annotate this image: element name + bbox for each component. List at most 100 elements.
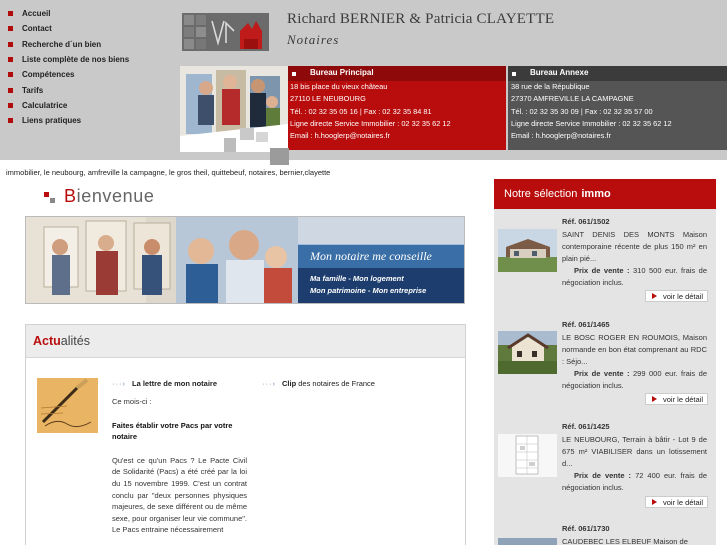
office-main-details: 18 bis place du vieux château 27110 LE N… bbox=[288, 81, 506, 142]
main-nav: Accueil Contact Recherche d´un bien List… bbox=[0, 6, 180, 128]
keywords-line: immobilier, le neubourg, amfreville la c… bbox=[6, 168, 331, 177]
property-description: SAINT DENIS DES MONTS Maison contemporai… bbox=[562, 229, 707, 289]
selection-title-bold: immo bbox=[581, 188, 611, 200]
property-desc-text: LE BOSC ROGER EN ROUMOIS, Maison normand… bbox=[562, 333, 707, 366]
view-detail-label: voir le détail bbox=[663, 394, 704, 404]
office-annex-details: 38 rue de la République 27370 AMFREVILLE… bbox=[508, 81, 727, 142]
nav-item-contact[interactable]: Contact bbox=[0, 21, 180, 36]
news-article: Ce mois-ci : Faites établir votre Pacs p… bbox=[112, 396, 247, 536]
property-description: CAUDEBEC LES ELBEUF Maison de bbox=[562, 536, 707, 545]
nav-item-recherche[interactable]: Recherche d´un bien bbox=[0, 37, 180, 52]
office-main-direct-line: Ligne directe Service Immobilier : 02 32… bbox=[290, 118, 451, 128]
office-annex-email[interactable]: Email : h.hooglerp@notaires.fr bbox=[511, 130, 727, 142]
view-detail-label: voir le détail bbox=[663, 497, 704, 507]
nav-item-tarifs[interactable]: Tarifs bbox=[0, 82, 180, 97]
selection-title: Notre sélection bbox=[504, 188, 578, 200]
dots-arrow-icon: ···› bbox=[262, 379, 276, 388]
decorative-square bbox=[270, 148, 289, 165]
property-card: Réf. 061/1425 LE NEUBOURG, Terrain à bât… bbox=[494, 422, 716, 508]
view-detail-button[interactable]: voir le détail bbox=[645, 496, 708, 508]
news-title-rest: alités bbox=[60, 334, 90, 348]
news-header: Actualités bbox=[26, 325, 465, 358]
news-title-bold: Actu bbox=[33, 334, 61, 348]
office-main-title: Bureau Principal bbox=[310, 68, 374, 78]
property-desc-text: SAINT DENIS DES MONTS Maison contemporai… bbox=[562, 230, 707, 263]
nav-item-label: Calculatrice bbox=[22, 100, 68, 110]
banner-panel: Mon notaire me conseille Ma famille - Mo… bbox=[298, 244, 464, 303]
property-photo[interactable] bbox=[498, 331, 557, 374]
page: Accueil Contact Recherche d´un bien List… bbox=[0, 0, 727, 545]
property-ref: Réf. 061/1425 bbox=[562, 422, 610, 431]
link-lettre-label: La lettre de mon notaire bbox=[132, 379, 218, 388]
office-main-email[interactable]: Email : h.hooglerp@notaires.fr bbox=[290, 130, 506, 142]
office-main-address: 18 bis place du vieux château bbox=[290, 82, 388, 91]
property-ref: Réf. 061/1730 bbox=[562, 524, 610, 533]
office-annex-city: 27370 AMFREVILLE LA CAMPAGNE bbox=[511, 94, 634, 104]
property-desc-text: CAUDEBEC LES ELBEUF Maison de bbox=[562, 537, 688, 545]
nav-item-liens[interactable]: Liens pratiques bbox=[0, 113, 180, 128]
office-annex-panel: Bureau Annexe 38 rue de la République 27… bbox=[508, 66, 727, 150]
article-body: Qu'est ce qu'un Pacs ? Le Pacte Civil de… bbox=[112, 455, 247, 535]
office-main-city: 27110 LE NEUBOURG bbox=[290, 94, 366, 104]
price-label: Prix de vente : bbox=[574, 471, 632, 480]
price-label: Prix de vente : bbox=[574, 266, 630, 275]
selection-header: Notre sélection immo bbox=[494, 179, 716, 209]
welcome-heading: Bienvenue bbox=[44, 186, 154, 207]
nav-item-label: Liens pratiques bbox=[22, 116, 82, 126]
view-detail-button[interactable]: voir le détail bbox=[645, 290, 708, 302]
dots-arrow-icon: ···› bbox=[112, 379, 126, 388]
office-annex-direct-line: Ligne directe Service Immobilier : 02 32… bbox=[511, 118, 672, 128]
nav-item-label: Contact bbox=[22, 24, 52, 34]
property-desc-text: LE NEUBOURG, Terrain à bâtir - Lot 9 de … bbox=[562, 435, 707, 468]
nav-item-accueil[interactable]: Accueil bbox=[0, 6, 180, 21]
price-label: Prix de vente : bbox=[574, 369, 630, 378]
office-annex-address: 38 rue de la République bbox=[511, 82, 590, 91]
nav-item-calculatrice[interactable]: Calculatrice bbox=[0, 98, 180, 113]
welcome-first-letter: B bbox=[64, 186, 77, 206]
article-intro: Ce mois-ci : bbox=[112, 397, 152, 406]
nav-bullet-icon bbox=[8, 57, 13, 63]
link-lettre-notaire[interactable]: ···› La lettre de mon notaire bbox=[112, 379, 217, 388]
office-annex-header: Bureau Annexe bbox=[508, 66, 727, 81]
nav-item-label: Recherche d´un bien bbox=[22, 39, 102, 49]
property-ref: Réf. 061/1465 bbox=[562, 320, 610, 329]
office-annex-title: Bureau Annexe bbox=[530, 68, 589, 78]
property-description: LE NEUBOURG, Terrain à bâtir - Lot 9 de … bbox=[562, 434, 707, 494]
conseil-banner[interactable]: Mon notaire me conseille Ma famille - Mo… bbox=[25, 216, 465, 304]
property-card: Réf. 061/1502 SAINT DENIS DES MONTS Mais… bbox=[494, 217, 716, 303]
red-arrow-icon bbox=[652, 396, 657, 402]
property-card: Réf. 061/1730 CAUDEBEC LES ELBEUF Maison… bbox=[494, 524, 716, 545]
article-headline[interactable]: Faites établir votre Pacs par votre nota… bbox=[112, 420, 247, 443]
header-family-photo bbox=[180, 66, 288, 152]
banner-line-2: Mon patrimoine - Mon entreprise bbox=[310, 286, 427, 295]
nav-bullet-icon bbox=[8, 26, 13, 32]
property-plan-image[interactable] bbox=[498, 434, 557, 477]
nav-item-label: Liste complète de nos biens bbox=[22, 55, 130, 65]
nav-bullet-icon bbox=[8, 118, 13, 124]
nav-bullet-icon bbox=[8, 41, 13, 47]
welcome-rest: ienvenue bbox=[76, 186, 155, 206]
nav-item-label: Tarifs bbox=[22, 85, 44, 95]
selection-immo-panel: Notre sélection immo Réf. 061/1502 SAINT … bbox=[494, 179, 716, 545]
nav-item-label: Compétences bbox=[22, 70, 75, 80]
red-arrow-icon bbox=[652, 293, 657, 299]
news-section: Actualités ···› La lettre de mon notaire … bbox=[25, 324, 466, 545]
link-clip-notaires[interactable]: ···› Clip des notaires de France bbox=[262, 379, 375, 388]
nav-item-liste-biens[interactable]: Liste complète de nos biens bbox=[0, 52, 180, 67]
property-ref: Réf. 061/1502 bbox=[562, 217, 610, 226]
office-annex-phone: Tél. : 02 32 35 30 09 | Fax : 02 32 35 5… bbox=[511, 106, 653, 116]
nav-item-competences[interactable]: Compétences bbox=[0, 67, 180, 82]
banner-line-1: Ma famille - Mon logement bbox=[310, 274, 404, 283]
news-title: Actualités bbox=[33, 334, 90, 348]
letter-pen-image bbox=[37, 378, 98, 433]
notaires-logo bbox=[182, 13, 269, 51]
firm-subtitle: Notaires bbox=[287, 32, 340, 47]
view-detail-button[interactable]: voir le détail bbox=[645, 393, 708, 405]
nav-item-label: Accueil bbox=[22, 9, 51, 19]
property-photo[interactable] bbox=[498, 538, 557, 545]
property-photo[interactable] bbox=[498, 229, 557, 272]
property-card: Réf. 061/1465 LE BOSC ROGER EN ROUMOIS, … bbox=[494, 320, 716, 406]
square-bullet-icon bbox=[292, 71, 296, 76]
office-main-phone: Tél. : 02 32 35 05 16 | Fax : 02 32 35 8… bbox=[290, 106, 432, 116]
office-main-header: Bureau Principal bbox=[288, 66, 506, 81]
